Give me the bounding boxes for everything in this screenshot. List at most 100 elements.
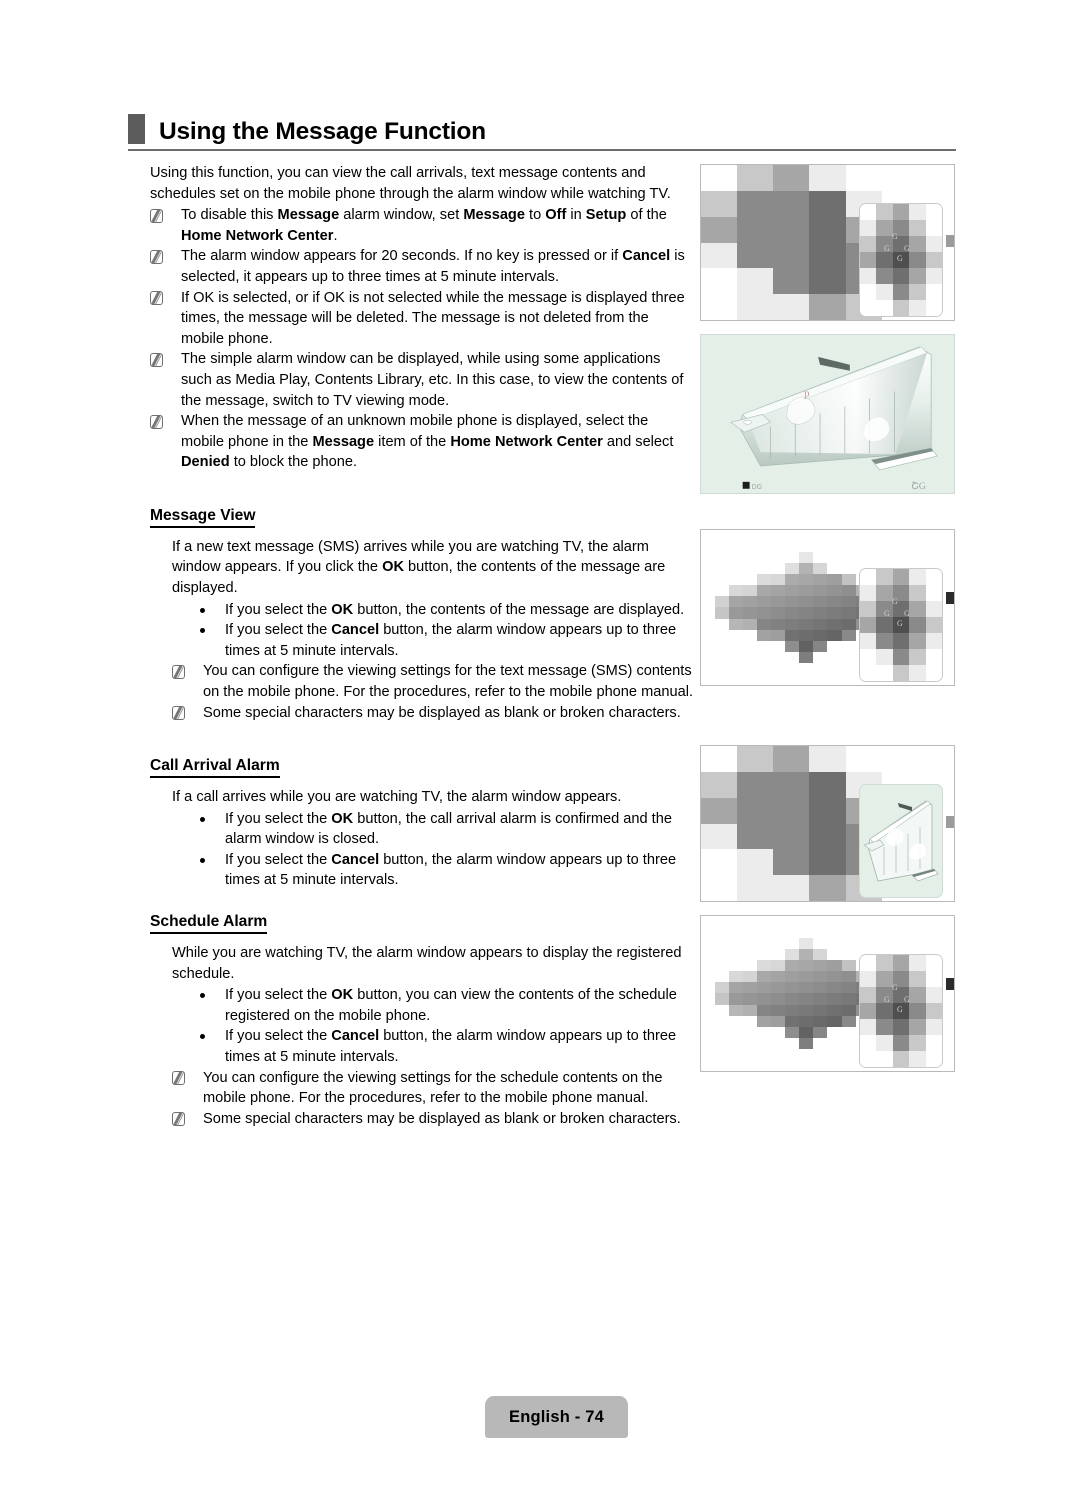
note-pencil-icon [172,664,185,679]
mosaic-cell [827,1004,842,1016]
mosaic-cell [809,294,846,320]
mosaic-cell [701,618,716,630]
mosaic-cell [855,541,870,553]
svg-text:p: p [804,388,810,400]
mosaic-cell [729,982,744,994]
note-pencil-icon [150,291,163,306]
section-bullet-list: If you select the OK button, the call ar… [172,809,697,891]
mosaic-cell [757,1037,772,1049]
mosaic-cell [855,916,870,928]
mosaic-cell [729,530,744,542]
section-bullet-list: If you select the OK button, the content… [172,600,697,662]
mosaic-cell [892,665,910,681]
mosaic-cell [925,938,940,950]
mosaic-cell [773,797,810,824]
mosaic-cell [860,1035,877,1051]
mosaic-cell [757,640,772,652]
mosaic-cell [892,284,910,300]
mosaic-cell [892,1051,910,1067]
mosaic-cell [715,662,730,674]
mosaic-cell [925,1035,942,1051]
mosaic-cell [757,563,772,575]
mosaic-cell [813,960,828,972]
mosaic-cell [773,823,810,850]
mosaic-cell [909,585,926,601]
mosaic-cell [729,596,744,608]
mosaic-cell [701,960,716,972]
mosaic-cell [892,633,910,649]
mosaic-cell [729,607,744,619]
ghost-char: G [884,244,890,253]
mosaic-cell [799,541,814,553]
mosaic-cell [841,662,856,674]
mosaic-cell [773,190,810,217]
mosaic-cell [773,165,810,191]
note-text: The alarm window appears for 20 seconds.… [181,248,685,285]
mosaic-cell [809,216,846,243]
mosaic-cell [827,971,842,983]
mosaic-cell [809,165,846,191]
mosaic-cell [876,971,893,987]
mosaic-cell [715,960,730,972]
mosaic-cell [841,541,856,553]
mosaic-cell [771,662,786,674]
schedule-alarm-figure: G G G G [700,915,955,1072]
note-item: You can configure the viewing settings f… [172,1068,697,1109]
mosaic-cell [701,629,716,641]
mosaic-cell [743,1015,758,1027]
intro-paragraph: Using this function, you can view the ca… [150,165,671,202]
mosaic-cell [785,927,800,939]
note-item: If OK is selected, or if OK is not selec… [150,288,695,350]
mosaic-cell [860,204,877,220]
mosaic-cell [813,1015,828,1027]
ghost-char: G [884,609,890,618]
mosaic-cell [715,563,730,575]
body-text-column: Using this function, you can view the ca… [150,163,695,1129]
mosaic-cell [799,640,814,652]
note-item: The simple alarm window can be displayed… [150,349,695,411]
mosaic-cell [743,1059,758,1071]
mosaic-cell [813,949,828,961]
mosaic-cell [743,938,758,950]
list-item-text: If you select the OK button, the content… [225,601,685,618]
mosaic-cell [813,541,828,553]
mosaic-cell [743,629,758,641]
mosaic-cell [911,530,926,542]
mosaic-cell [757,916,772,928]
mosaic-cell [813,673,828,685]
mosaic-cell [785,971,800,983]
mosaic-cell [757,629,772,641]
mosaic-cell [917,746,954,772]
mosaic-cell [729,993,744,1005]
mosaic-cell [909,569,926,585]
mosaic-cell [813,530,828,542]
mosaic-cell [701,1015,716,1027]
mosaic-cell [892,1035,910,1051]
mosaic-cell [892,649,910,665]
mosaic-cell [876,1019,893,1035]
mosaic-cell [813,982,828,994]
mosaic-cell [737,216,774,243]
mosaic-cell [743,541,758,553]
mosaic-cell [799,1026,814,1038]
note-item: When the message of an unknown mobile ph… [150,411,695,473]
mosaic-cell [917,165,954,191]
mosaic-cell [715,596,730,608]
mosaic-cell [785,1004,800,1016]
section-paragraph: While you are watching TV, the alarm win… [172,944,682,982]
note-text: If OK is selected, or if OK is not selec… [181,289,685,347]
mosaic-cell [729,916,744,928]
message-popup-card: G G G G [859,568,943,682]
mosaic-cell [813,651,828,663]
mosaic-cell [701,294,738,320]
mosaic-cell [715,640,730,652]
section-paragraph: If a call arrives while you are watching… [172,789,622,806]
mosaic-cell [785,916,800,928]
mosaic-cell [729,618,744,630]
mosaic-cell [771,1059,786,1071]
mosaic-cell [737,294,774,320]
mosaic-cell [827,552,842,564]
mosaic-cell [841,1004,856,1016]
mosaic-cell [701,541,716,553]
mosaic-cell [771,673,786,685]
